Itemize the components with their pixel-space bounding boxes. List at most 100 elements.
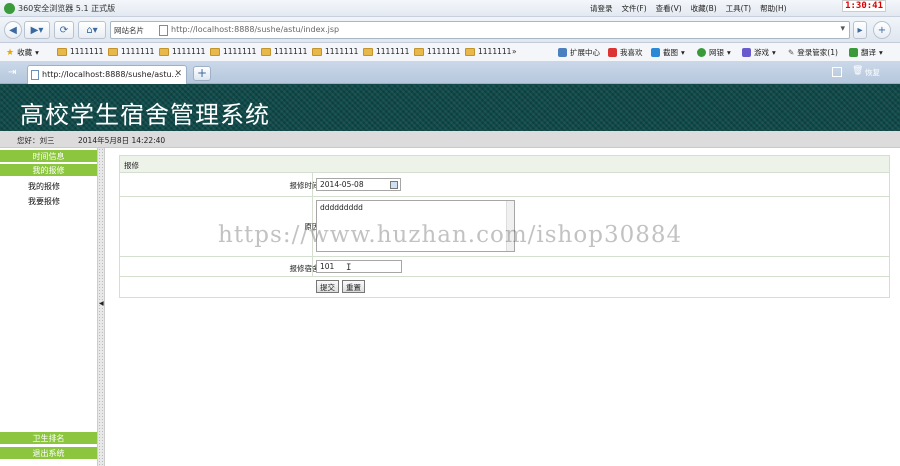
menu-tools[interactable]: 工具(T) — [726, 3, 751, 14]
bookmark-label: 1111111 — [121, 47, 155, 56]
info-bar: 您好：刘三 2014年5月8日 14:22:40 — [0, 131, 900, 148]
repair-time-input[interactable]: 2014-05-08 — [316, 178, 401, 191]
new-tab-button[interactable]: + — [193, 66, 211, 81]
tool-label: 截图 — [663, 48, 678, 57]
dropdown-icon: ▾ — [727, 48, 731, 57]
tab-title: http://localhost:8888/sushe/astu... — [42, 70, 180, 79]
forward-button[interactable]: ▶▾ — [24, 21, 50, 39]
folder-icon — [312, 47, 322, 56]
key-icon: ✎ — [788, 48, 795, 57]
browser-logo-icon — [4, 3, 15, 14]
menu-help[interactable]: 帮助(H) — [760, 3, 787, 14]
heart-icon — [608, 48, 617, 57]
bookmark-item[interactable]: 1111111 — [261, 47, 307, 56]
translate-button[interactable]: 翻译 ▾ — [849, 47, 883, 58]
login-manager-button[interactable]: ✎ 登录管家(1) — [788, 47, 838, 58]
reason-value: ddddddddd — [320, 203, 363, 212]
repair-time-value: 2014-05-08 — [320, 180, 364, 189]
page-header: 高校学生宿舍管理系统 — [0, 84, 900, 131]
bookmark-item[interactable]: 1111111 — [57, 47, 103, 56]
page-icon — [31, 70, 39, 80]
panel-title: 报修 — [120, 156, 889, 173]
plus-icon: + — [196, 66, 208, 80]
tab-active[interactable]: http://localhost:8888/sushe/astu... ✕ — [27, 65, 187, 84]
bookmark-label: 1111111 — [274, 47, 308, 56]
bookmark-label: 1111111 — [478, 47, 512, 56]
back-button[interactable]: ◀ — [4, 21, 22, 39]
trash-icon[interactable]: 🗑 — [852, 66, 863, 76]
dropdown-icon: ▾ — [681, 48, 685, 57]
extension-center-button[interactable]: 扩展中心 — [558, 47, 600, 58]
bookmark-item[interactable]: 1111111 — [159, 47, 205, 56]
window-icon[interactable] — [832, 67, 842, 77]
more-bookmarks-icon[interactable]: » — [512, 47, 517, 56]
menu-favorites[interactable]: 收藏(B) — [691, 3, 717, 14]
refresh-button[interactable]: ⟳ — [54, 21, 74, 39]
go-arrow-icon: ▸ — [857, 24, 863, 36]
sidebar-item-my-repairs[interactable]: 我的报修 — [28, 181, 60, 192]
reset-button[interactable]: 重置 — [342, 280, 365, 293]
calendar-icon[interactable] — [390, 181, 398, 189]
address-dropdown-icon[interactable]: ▾ — [840, 24, 845, 34]
submit-button[interactable]: 提交 — [316, 280, 339, 293]
bookmark-item[interactable]: 1111111 — [312, 47, 358, 56]
menu-view[interactable]: 查看(V) — [656, 3, 682, 14]
browser-title: 360安全浏览器 5.1 正式版 — [18, 4, 116, 13]
tool-label: 我喜欢 — [620, 48, 643, 57]
room-value: 101 — [320, 262, 335, 271]
greeting: 您好：刘三 — [17, 136, 55, 145]
form-row-time — [120, 173, 889, 197]
games-button[interactable]: 游戏 ▾ — [742, 47, 776, 58]
folder-icon — [159, 47, 169, 56]
system-title: 高校学生宿舍管理系统 — [20, 101, 270, 129]
folder-icon — [465, 47, 475, 56]
browser-menu: 请登录 文件(F) 查看(V) 收藏(B) 工具(T) 帮助(H) — [590, 3, 787, 14]
screenshot-button[interactable]: 截图 ▾ — [651, 47, 685, 58]
scissors-icon — [651, 48, 660, 57]
bookmark-label: 1111111 — [376, 47, 410, 56]
favorites-button[interactable]: ★ 收藏 ▾ — [6, 47, 39, 58]
bookmark-item[interactable]: 1111111 — [108, 47, 154, 56]
like-button[interactable]: 我喜欢 — [608, 47, 643, 58]
dropdown-icon: ▾ — [772, 48, 776, 57]
menu-login[interactable]: 请登录 — [590, 3, 613, 14]
room-input[interactable]: 101 — [316, 260, 402, 273]
collapse-arrow-icon[interactable]: ◀ — [99, 300, 104, 307]
url-text[interactable]: http://localhost:8888/sushe/astu/index.j… — [171, 25, 339, 34]
bookmark-label: 1111111 — [70, 47, 104, 56]
sidebar-section-logout[interactable]: 退出系统 — [0, 447, 97, 460]
text-cursor-icon: I — [346, 263, 352, 273]
form-row-room — [120, 257, 889, 277]
menu-file[interactable]: 文件(F) — [622, 3, 647, 14]
sidebar-section-time[interactable]: 时间信息 — [0, 150, 97, 163]
bookmark-label: 1111111 — [172, 47, 206, 56]
bookmark-item[interactable]: 1111111 — [414, 47, 460, 56]
restore-label[interactable]: 恢复 — [865, 67, 880, 78]
site-card-label[interactable]: 网站名片 — [114, 25, 144, 36]
tab-bar: ⇥ http://localhost:8888/sushe/astu... ✕ … — [0, 62, 900, 84]
clock: 1:30:41 — [842, 0, 886, 12]
go-button[interactable]: ▸ — [853, 21, 867, 39]
sidebar-section-repair[interactable]: 我的报修 — [0, 164, 97, 177]
dropdown-icon: ▾ — [35, 48, 39, 57]
favorites-label: 收藏 — [17, 48, 33, 57]
sidebar-item-request-repair[interactable]: 我要报修 — [28, 196, 60, 207]
tool-label: 扩展中心 — [570, 48, 600, 57]
bookmark-label: 1111111 — [223, 47, 257, 56]
star-icon: ★ — [6, 47, 15, 58]
address-bar[interactable]: 网站名片 http://localhost:8888/sushe/astu/in… — [110, 21, 850, 39]
bank-button[interactable]: 网银 ▾ — [697, 47, 731, 58]
browser-title-bar: 360安全浏览器 5.1 正式版 请登录 文件(F) 查看(V) 收藏(B) 工… — [0, 0, 900, 17]
bookmark-item[interactable]: 1111111 — [465, 47, 511, 56]
sidebar-section-hygiene-rank[interactable]: 卫生排名 — [0, 432, 97, 445]
sidebar-splitter[interactable]: ◀ — [97, 148, 105, 466]
close-tab-icon[interactable]: ✕ — [174, 69, 182, 79]
folder-icon — [414, 47, 424, 56]
home-button[interactable]: ⌂▾ — [78, 21, 106, 39]
sidebar-toggle-icon[interactable]: ⇥ — [8, 67, 16, 78]
add-button[interactable]: + — [873, 21, 891, 39]
watermark: https://www.huzhan.com/ishop30884 — [218, 222, 683, 248]
bookmark-item[interactable]: 1111111 — [210, 47, 256, 56]
folder-icon — [108, 47, 118, 56]
bookmark-item[interactable]: 1111111 — [363, 47, 409, 56]
